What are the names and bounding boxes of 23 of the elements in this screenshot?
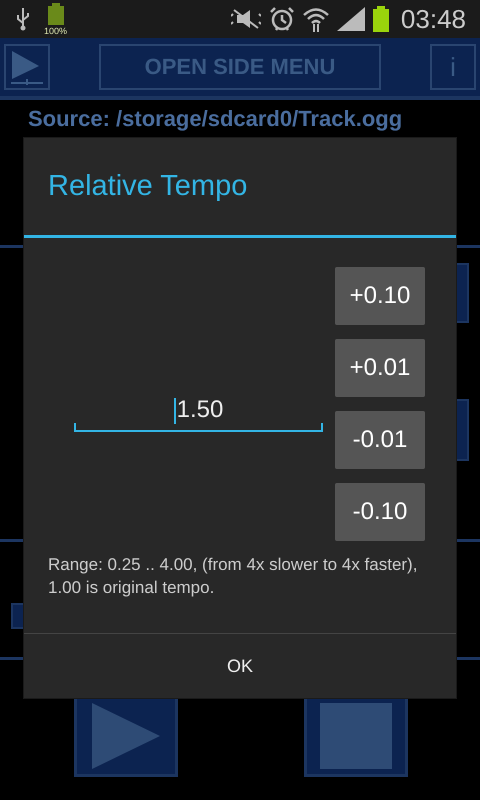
clock: 03:48 <box>400 4 466 34</box>
dialog-title: Relative Tempo <box>47 169 248 204</box>
stop-icon <box>320 703 392 769</box>
battery-icon <box>372 6 389 32</box>
step-button[interactable]: +0.01 <box>335 339 425 397</box>
play-icon <box>92 703 160 769</box>
play-slider-icon <box>9 49 45 85</box>
signal-icon <box>336 7 365 31</box>
text-cursor <box>174 398 176 424</box>
range-note: Range: 0.25 .. 4.00, (from 4x slower to 4x faster), 1.00 is original tempo. <box>47 554 418 599</box>
alarm-icon <box>268 6 295 32</box>
step-button[interactable]: -0.10 <box>335 483 425 541</box>
wifi-icon <box>302 6 329 32</box>
step-button[interactable]: -0.01 <box>335 411 425 469</box>
battery-percentage: 100% <box>44 26 68 36</box>
player-button[interactable] <box>4 44 50 90</box>
mute-icon <box>230 8 261 30</box>
tempo-input[interactable]: 1.50 <box>74 392 323 432</box>
usb-icon <box>16 7 30 31</box>
battery-icon <box>46 2 65 24</box>
source-path: Source: /storage/sdcard0/Track.ogg <box>27 105 404 132</box>
ok-button[interactable]: OK <box>24 634 456 698</box>
step-button[interactable]: +0.10 <box>335 267 425 325</box>
